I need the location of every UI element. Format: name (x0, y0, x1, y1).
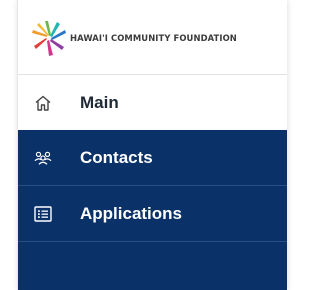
nav-item-label-contacts: Contacts (80, 147, 153, 167)
home-icon (34, 94, 52, 112)
side-navigation-panel: HAWAI'I COMMUNITY FOUNDATION Main Contac… (18, 0, 287, 290)
nav-item-applications[interactable]: Applications (18, 186, 287, 242)
nav-menu-dark-section: Contacts Applications (18, 130, 287, 290)
nav-item-contacts[interactable]: Contacts (18, 130, 287, 186)
nav-item-label-applications: Applications (80, 203, 183, 223)
list-icon (34, 205, 52, 223)
hawaii-community-foundation-logo-icon[interactable] (32, 19, 66, 57)
nav-item-label-main: Main (80, 92, 119, 112)
users-icon (34, 149, 52, 167)
brand-header: HAWAI'I COMMUNITY FOUNDATION (18, 0, 287, 75)
nav-item-main[interactable]: Main (18, 75, 287, 130)
brand-name: HAWAI'I COMMUNITY FOUNDATION (70, 33, 237, 43)
